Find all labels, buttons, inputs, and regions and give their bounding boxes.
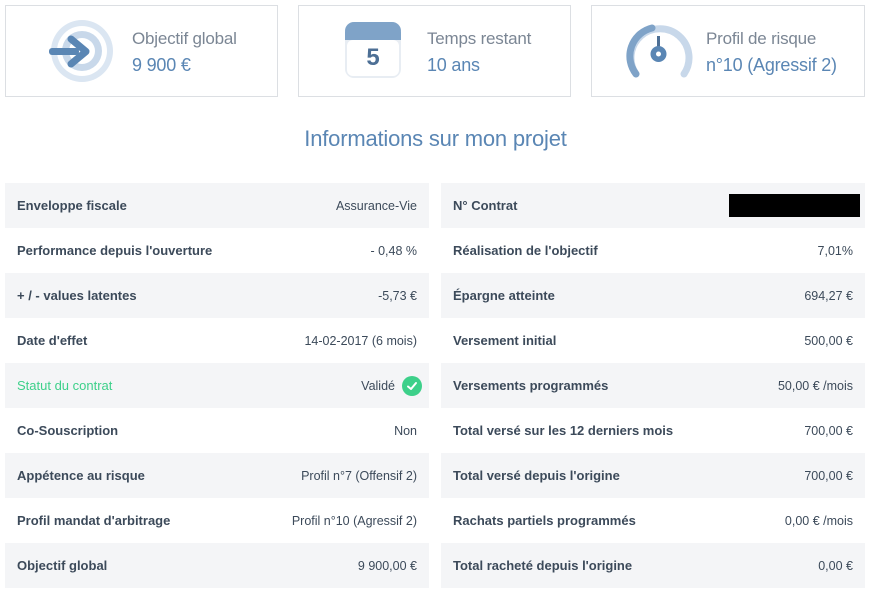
section-title: Informations sur mon projet	[304, 126, 567, 151]
table-row: Co-Souscription Non	[5, 408, 429, 453]
row-value: 694,27 €	[804, 288, 853, 303]
status-text: Validé	[361, 378, 395, 393]
table-row: Enveloppe fiscale Assurance-Vie	[5, 183, 429, 228]
row-label: Total versé depuis l'origine	[453, 468, 620, 483]
row-value: 9 900,00 €	[357, 558, 417, 573]
kpi-title: Objectif global	[132, 29, 237, 48]
redacted-block	[729, 194, 860, 217]
check-icon	[402, 375, 422, 396]
row-value: 0,00 € /mois	[784, 513, 853, 528]
row-value-status: Validé	[361, 375, 422, 396]
table-row: Appétence au risque Profil n°7 (Offensif…	[5, 453, 429, 498]
table-row-status: Statut du contrat Validé	[5, 363, 429, 408]
row-value: 0,00 €	[818, 558, 853, 573]
row-value: 14-02-2017 (6 mois)	[304, 333, 417, 348]
row-label: Total versé sur les 12 derniers mois	[453, 423, 674, 438]
row-label: Versements programmés	[453, 378, 609, 393]
row-label: Performance depuis l'ouverture	[17, 243, 213, 258]
calendar-icon: 5	[345, 22, 401, 78]
table-row: Objectif global 9 900,00 €	[5, 543, 429, 588]
row-value: 700,00 €	[804, 468, 853, 483]
row-label: N° Contrat	[453, 198, 518, 213]
kpi-card-objectif: Objectif global 9 900 €	[5, 5, 278, 97]
row-value: 700,00 €	[804, 423, 853, 438]
gauge-icon	[626, 24, 693, 78]
info-table-right: N° Contrat Réalisation de l'objectif 7,0…	[441, 183, 865, 588]
row-value: 50,00 € /mois	[777, 378, 853, 393]
row-value: Profil n°7 (Offensif 2)	[301, 468, 417, 483]
row-label: Enveloppe fiscale	[17, 198, 127, 213]
row-label: Rachats partiels programmés	[453, 513, 636, 528]
calendar-number: 5	[366, 44, 379, 71]
row-label: Versement initial	[453, 333, 557, 348]
row-value: Assurance-Vie	[335, 198, 417, 213]
table-row: Total versé sur les 12 derniers mois 700…	[441, 408, 865, 453]
row-label: Statut du contrat	[17, 378, 113, 393]
table-row: Date d'effet 14-02-2017 (6 mois)	[5, 318, 429, 363]
target-arrow-icon	[49, 20, 113, 82]
kpi-title: Profil de risque	[706, 29, 817, 48]
row-label: Co-Souscription	[17, 423, 119, 438]
table-row: Épargne atteinte 694,27 €	[441, 273, 865, 318]
kpi-title: Temps restant	[427, 29, 532, 48]
kpi-value: n°10 (Agressif 2)	[706, 55, 837, 75]
row-label: Profil mandat d'arbitrage	[17, 513, 171, 528]
table-row: N° Contrat	[441, 183, 865, 228]
row-label: Date d'effet	[17, 333, 88, 348]
row-value: Non	[394, 423, 417, 438]
row-label: Épargne atteinte	[453, 288, 555, 303]
row-value-redacted	[729, 194, 860, 217]
row-label: + / - values latentes	[17, 288, 137, 303]
table-row: Total racheté depuis l'origine 0,00 €	[441, 543, 865, 588]
row-value: - 0,48 %	[370, 243, 417, 258]
row-value: 500,00 €	[804, 333, 853, 348]
row-label: Appétence au risque	[17, 468, 145, 483]
table-row: Réalisation de l'objectif 7,01%	[441, 228, 865, 273]
kpi-card-temps: 5 Temps restant 10 ans	[298, 5, 571, 97]
table-row: Total versé depuis l'origine 700,00 €	[441, 453, 865, 498]
row-value: -5,73 €	[378, 288, 417, 303]
table-row: Versements programmés 50,00 € /mois	[441, 363, 865, 408]
info-table-left: Enveloppe fiscale Assurance-Vie Performa…	[5, 183, 429, 588]
table-row: Performance depuis l'ouverture - 0,48 %	[5, 228, 429, 273]
row-value: Profil n°10 (Agressif 2)	[291, 513, 417, 528]
kpi-value: 9 900 €	[132, 55, 191, 75]
kpi-card-risque: Profil de risque n°10 (Agressif 2)	[591, 5, 865, 97]
row-label: Réalisation de l'objectif	[453, 243, 598, 258]
table-row: + / - values latentes -5,73 €	[5, 273, 429, 318]
row-value: 7,01%	[817, 243, 853, 258]
row-label: Objectif global	[17, 558, 108, 573]
kpi-value: 10 ans	[427, 55, 480, 75]
row-label: Total racheté depuis l'origine	[453, 558, 633, 573]
table-row: Versement initial 500,00 €	[441, 318, 865, 363]
table-row: Profil mandat d'arbitrage Profil n°10 (A…	[5, 498, 429, 543]
table-row: Rachats partiels programmés 0,00 € /mois	[441, 498, 865, 543]
